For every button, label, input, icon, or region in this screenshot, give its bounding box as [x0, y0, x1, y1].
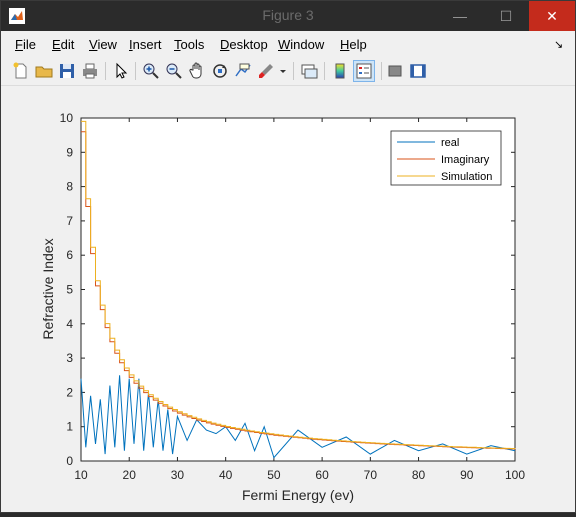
y-tick-label: 0 [66, 454, 73, 468]
menu-window[interactable]: Window [278, 37, 324, 52]
toolbar-separator [381, 62, 382, 80]
x-axis-label: Fermi Energy (ev) [242, 487, 354, 503]
menu-bar: File Edit View Insert Tools Desktop Wind… [1, 31, 575, 57]
pointer-icon[interactable] [111, 61, 131, 81]
menu-help[interactable]: Help [340, 37, 367, 52]
x-tick-label: 70 [364, 468, 378, 482]
menu-tools[interactable]: Tools [174, 37, 204, 52]
save-icon[interactable] [57, 61, 77, 81]
y-tick-label: 8 [66, 180, 73, 194]
y-tick-label: 2 [66, 385, 73, 399]
legend-icon [356, 63, 372, 79]
dock-figure-icon[interactable]: ↘ [554, 38, 563, 51]
title-bar: Figure 3 — ☐ ✕ [1, 1, 575, 31]
y-tick-label: 1 [66, 420, 73, 434]
legend-entry-real: real [441, 137, 459, 149]
y-tick-label: 7 [66, 214, 73, 228]
menu-insert[interactable]: Insert [129, 37, 162, 52]
menu-file[interactable]: File [15, 37, 36, 52]
new-figure-icon[interactable] [11, 61, 31, 81]
x-tick-label: 100 [505, 468, 525, 482]
open-file-icon[interactable] [34, 61, 54, 81]
y-axis-label: Refractive Index [40, 238, 56, 339]
legend-button[interactable] [353, 60, 375, 82]
figure-window: Figure 3 — ☐ ✕ File Edit View Insert Too… [0, 0, 576, 513]
legend-entry-imaginary: Imaginary [441, 154, 490, 166]
legend-entry-simulation: Simulation [441, 171, 492, 183]
plot-svg: 10 20 30 40 50 60 70 80 90 100 0 1 2 3 4 5 6 7 8 9 10 Fermi … [40, 111, 525, 503]
zoom-in-icon[interactable] [141, 61, 161, 81]
toolbar-separator [324, 62, 325, 80]
y-tick-label: 3 [66, 351, 73, 365]
legend[interactable]: real Imaginary Simulation [390, 130, 502, 186]
close-button[interactable]: ✕ [529, 1, 575, 31]
y-tick-label: 10 [60, 111, 74, 125]
y-tick-label: 9 [66, 145, 73, 159]
print-icon[interactable] [80, 61, 100, 81]
y-tick-label: 4 [66, 317, 73, 331]
maximize-button[interactable]: ☐ [483, 1, 529, 31]
colorbar-icon[interactable] [330, 61, 350, 81]
x-tick-label: 40 [219, 468, 233, 482]
y-tick-label: 6 [66, 248, 73, 262]
rotate-3d-icon[interactable] [210, 61, 230, 81]
hide-plot-tools-icon[interactable] [385, 61, 405, 81]
brush-icon[interactable] [256, 61, 276, 81]
data-cursor-icon[interactable] [233, 61, 253, 81]
figure-toolbar [1, 57, 575, 86]
show-plot-tools-icon[interactable] [408, 61, 428, 81]
x-tick-label: 80 [412, 468, 426, 482]
toolbar-separator [293, 62, 294, 80]
x-tick-label: 50 [267, 468, 281, 482]
x-tick-label: 90 [460, 468, 474, 482]
brush-dropdown-icon[interactable] [277, 61, 289, 81]
toolbar-separator [105, 62, 106, 80]
toolbar-separator [135, 62, 136, 80]
x-tick-label: 20 [123, 468, 137, 482]
y-tick-label: 5 [66, 283, 73, 297]
link-plot-icon[interactable] [299, 61, 319, 81]
zoom-out-icon[interactable] [164, 61, 184, 81]
pan-hand-icon[interactable] [187, 61, 207, 81]
minimize-button[interactable]: — [437, 1, 483, 31]
menu-view[interactable]: View [89, 37, 117, 52]
figure-canvas: 10 20 30 40 50 60 70 80 90 100 0 1 2 3 4 5 6 7 8 9 10 Fermi … [1, 86, 575, 512]
x-tick-label: 30 [171, 468, 185, 482]
menu-desktop[interactable]: Desktop [220, 37, 268, 52]
menu-edit[interactable]: Edit [52, 37, 74, 52]
x-tick-label: 10 [74, 468, 88, 482]
x-tick-label: 60 [315, 468, 329, 482]
